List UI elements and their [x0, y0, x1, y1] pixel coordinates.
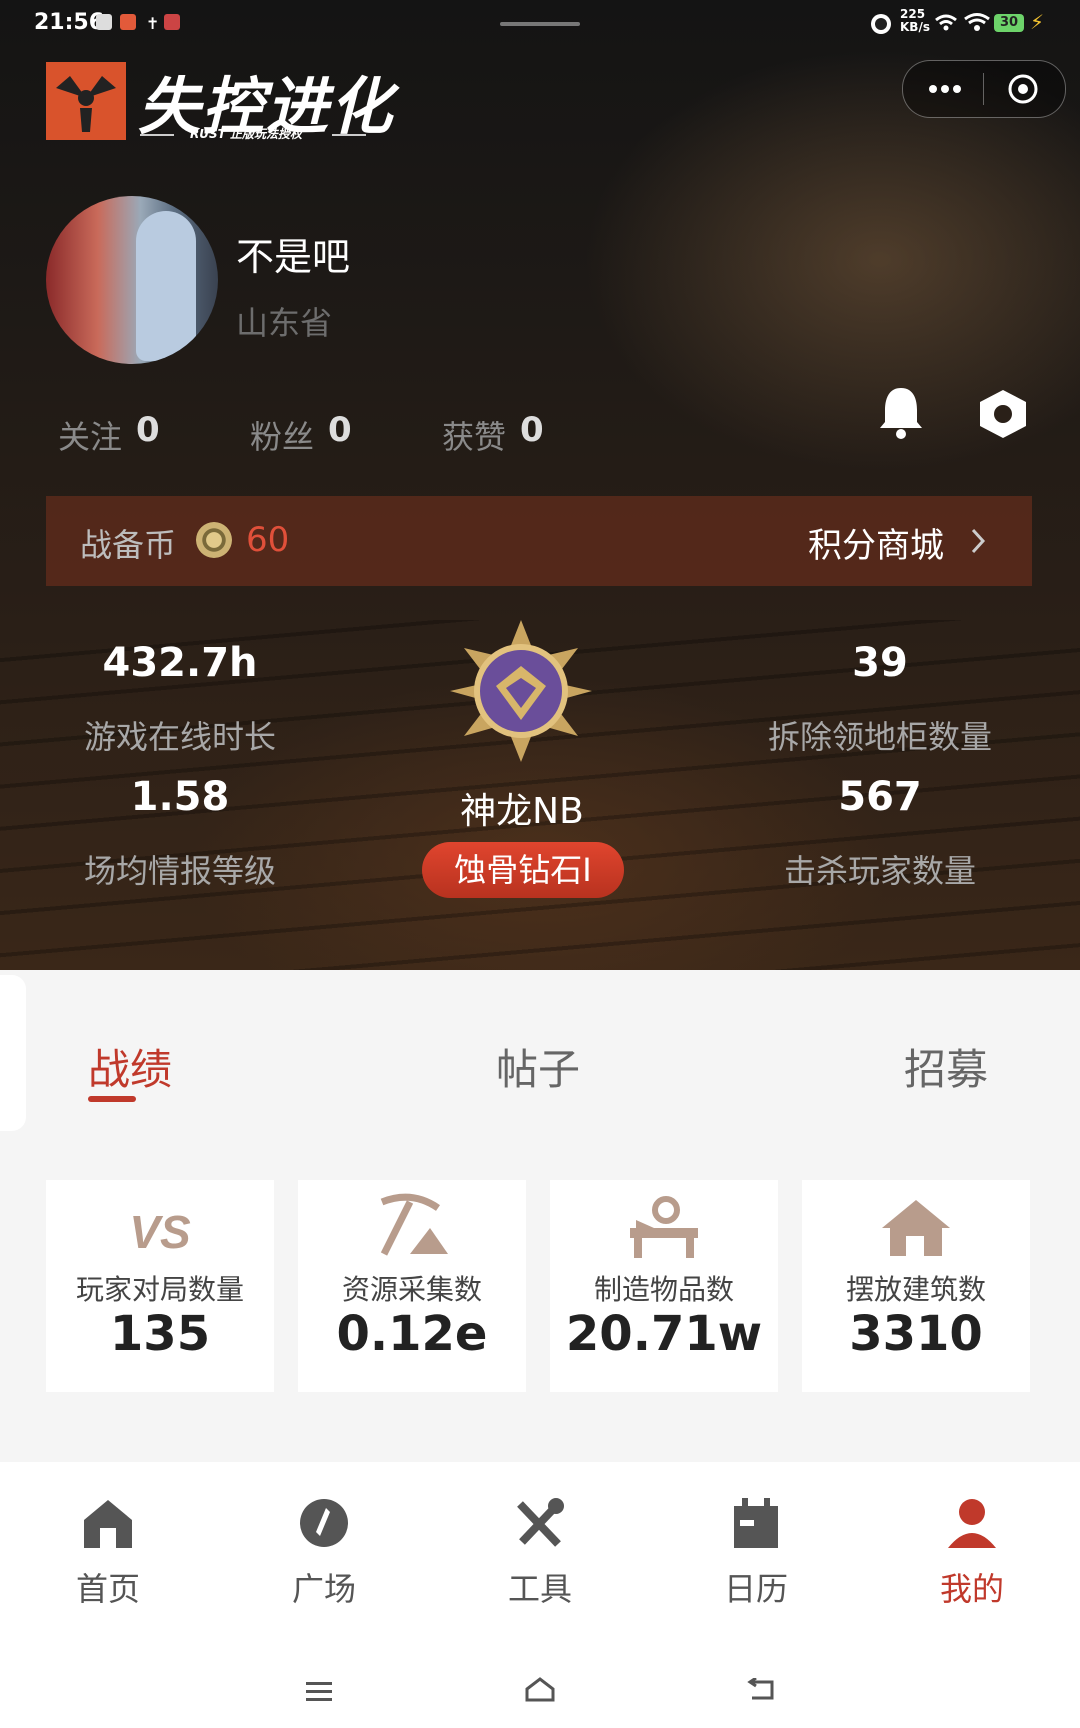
home-system-icon[interactable] [524, 1676, 556, 1702]
notification-icons: ✝ [96, 12, 182, 33]
rank-tier-badge: 蚀骨钻石I [422, 842, 624, 898]
card-value: 20.71w [565, 1306, 763, 1362]
card-label: 资源采集数 [341, 1273, 482, 1306]
nav-label: 日历 [723, 1570, 788, 1608]
capsule-divider [983, 73, 984, 105]
miniapp-capsule [902, 60, 1066, 118]
intel-level-value: 1.58 [130, 774, 230, 820]
logo-line-right [332, 134, 366, 136]
likes-count[interactable]: 0 [520, 410, 544, 450]
intel-level-label: 场均情报等级 [83, 852, 276, 890]
nav-calendar[interactable]: 日历 [696, 1496, 816, 1610]
nav-tools[interactable]: 工具 [480, 1496, 600, 1610]
bell-icon[interactable] [876, 384, 926, 440]
kills-value: 567 [838, 774, 922, 820]
user-name: 不是吧 [236, 235, 351, 279]
avatar[interactable] [46, 196, 218, 364]
more-dots-icon[interactable] [923, 75, 967, 103]
fans-count[interactable]: 0 [328, 410, 352, 450]
logo-line-left [140, 134, 174, 136]
stat-card-crafting[interactable]: 制造物品数 20.71w [550, 1180, 778, 1392]
logo-icon [46, 62, 126, 140]
follow-label[interactable]: 关注 [58, 412, 122, 458]
kills-label: 击杀玩家数量 [783, 852, 976, 890]
cabinet-label: 拆除领地柜数量 [767, 718, 992, 756]
card-value: 3310 [849, 1306, 983, 1362]
svg-text:VS: VS [129, 1206, 191, 1258]
speed-unit: KB/s [900, 20, 930, 34]
stat-card-buildings[interactable]: 摆放建筑数 3310 [802, 1180, 1030, 1392]
tab-active-indicator [88, 1096, 136, 1102]
side-drawer-handle[interactable] [0, 975, 26, 1131]
charging-icon: ⚡ [1030, 10, 1045, 34]
stat-card-resources[interactable]: 资源采集数 0.12e [298, 1180, 526, 1392]
coin-icon [196, 522, 232, 558]
signal-icon [934, 12, 958, 32]
tab-recruit[interactable]: 招募 [904, 1036, 988, 1097]
card-label: 摆放建筑数 [845, 1273, 986, 1306]
card-value: 135 [109, 1306, 211, 1362]
user-location: 山东省 [236, 304, 333, 342]
back-icon[interactable] [746, 1676, 776, 1702]
vs-icon: VS [46, 1192, 274, 1262]
online-hours-label: 游戏在线时长 [83, 718, 276, 756]
workbench-icon [550, 1192, 778, 1262]
logo-subtitle: RUST 正版玩法授权 [190, 127, 302, 141]
tools-icon [517, 1498, 564, 1547]
user-icon [948, 1499, 996, 1548]
coin-value: 60 [246, 520, 290, 560]
status-time: 21:56 [34, 10, 105, 35]
card-value: 0.12e [336, 1306, 488, 1362]
points-shop-link[interactable]: 积分商城 [808, 518, 944, 567]
network-speed: 225 KB/s [900, 8, 930, 34]
target-circle-icon[interactable] [1007, 73, 1039, 105]
nav-label: 首页 [75, 1570, 140, 1608]
battery-icon: 30 [994, 14, 1024, 32]
tab-posts[interactable]: 帖子 [496, 1036, 580, 1097]
alarm-icon [868, 10, 894, 36]
speed-value: 225 [900, 7, 926, 21]
tab-record[interactable]: 战绩 [88, 1036, 172, 1097]
stat-card-matches[interactable]: VS 玩家对局数量 135 [46, 1180, 274, 1392]
house-icon [802, 1192, 1030, 1262]
likes-label[interactable]: 获赞 [442, 412, 506, 458]
nav-label: 工具 [507, 1570, 572, 1608]
card-label: 制造物品数 [593, 1273, 734, 1306]
compass-icon [300, 1499, 348, 1547]
online-hours-value: 432.7h [102, 640, 258, 686]
nav-label: 我的 [939, 1570, 1004, 1608]
nav-square[interactable]: 广场 [264, 1496, 384, 1610]
calendar-icon [734, 1498, 778, 1548]
nav-mine[interactable]: 我的 [912, 1496, 1032, 1610]
home-icon [84, 1500, 132, 1548]
drag-grabber[interactable] [500, 22, 580, 26]
follow-count[interactable]: 0 [136, 410, 160, 450]
settings-hex-icon[interactable] [976, 388, 1030, 440]
nav-label: 广场 [291, 1570, 356, 1608]
fans-label[interactable]: 粉丝 [250, 412, 314, 458]
coin-bar[interactable]: 战备币 60 积分商城 [46, 496, 1032, 586]
coin-label: 战备币 [80, 526, 177, 564]
rank-name: 神龙NB [460, 791, 584, 832]
menu-icon[interactable] [306, 1680, 334, 1702]
svg-text:✝: ✝ [146, 14, 159, 32]
pickaxe-icon [298, 1192, 526, 1262]
card-label: 玩家对局数量 [75, 1273, 244, 1306]
nav-home[interactable]: 首页 [48, 1496, 168, 1610]
wifi-icon [964, 12, 990, 32]
chevron-right-icon[interactable] [968, 526, 988, 556]
cabinet-value: 39 [852, 640, 908, 686]
rank-badge-icon[interactable] [448, 618, 594, 764]
